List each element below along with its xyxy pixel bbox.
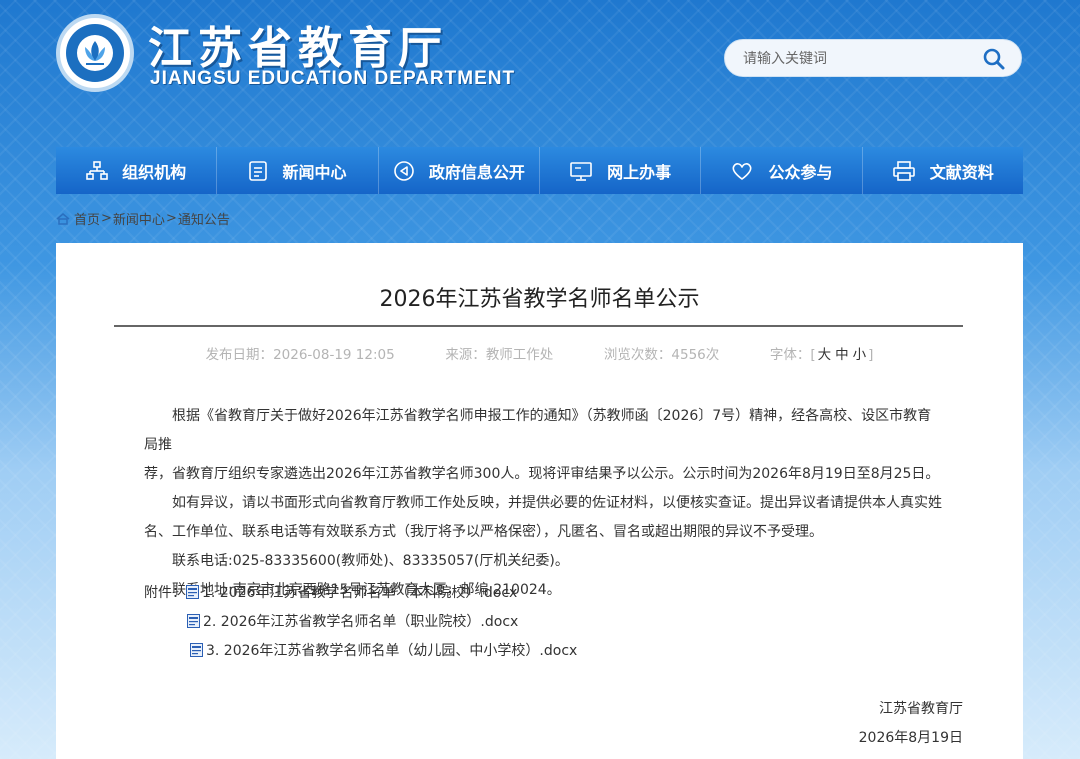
nav-label: 组织机构 — [122, 162, 187, 182]
attachment-name: 1. 2026年江苏省教学名师名单（本科院校）.docx — [202, 585, 518, 601]
views-label: 浏览次数： — [603, 347, 672, 363]
font-size-control: 字体：[大中小] — [770, 347, 874, 363]
word-doc-icon — [186, 585, 199, 599]
nav-item-news[interactable]: 新闻中心 — [217, 147, 379, 194]
nav-label: 政府信息公开 — [428, 162, 525, 182]
nav-label: 网上办事 — [607, 162, 672, 182]
breadcrumb-home[interactable]: 首页 — [74, 209, 100, 228]
signature-date: 2026年8月19日 — [858, 730, 963, 746]
nav-item-public-participation[interactable]: 公众参与 — [701, 147, 863, 194]
publish-date: 2026-08-19 12:05 — [273, 347, 395, 363]
article-meta: 发布日期：2026-08-19 12:05 来源：教师工作处 浏览次数：4556… — [56, 343, 1023, 363]
attachment-name: 2. 2026年江苏省教学名师名单（职业院校）.docx — [203, 614, 519, 630]
org-chart-icon — [86, 160, 108, 180]
title-divider — [114, 325, 963, 327]
font-bracket-close: ] — [868, 347, 874, 363]
views-count: 4556次 — [671, 347, 720, 363]
home-icon — [56, 212, 70, 225]
font-medium-button[interactable]: 中 — [835, 347, 849, 363]
paragraph-line: 名、工作单位、联系电话等有效联系方式（我厅将予以严格保密），凡匿名、冒名或超出期… — [144, 524, 823, 540]
nav-label: 文献资料 — [929, 162, 994, 182]
document-icon — [249, 160, 268, 181]
font-large-button[interactable]: 大 — [818, 347, 832, 363]
font-bracket-open: [ — [810, 347, 816, 363]
lotus-emblem-icon — [77, 35, 113, 71]
date-label: 发布日期： — [205, 347, 274, 363]
nav-label: 新闻中心 — [282, 162, 347, 182]
font-label: 字体： — [769, 347, 811, 363]
site-subtitle: JIANGSU EDUCATION DEPARTMENT — [150, 68, 516, 89]
nav-label: 公众参与 — [768, 162, 833, 182]
contact-phone: 联系电话:025-83335600(教师处)、83335057(厅机关纪委)。 — [172, 553, 569, 569]
search-input[interactable] — [743, 48, 973, 70]
article-panel: 2026年江苏省教学名师名单公示 发布日期：2026-08-19 12:05 来… — [56, 243, 1023, 759]
attachment-row-1: 附件： 1. 2026年江苏省教学名师名单（本科院校）.docx — [144, 582, 517, 602]
attachment-link-3[interactable]: 3. 2026年江苏省教学名师名单（幼儿园、中小学校）.docx — [190, 640, 577, 660]
attachment-link-2[interactable]: 2. 2026年江苏省教学名师名单（职业院校）.docx — [187, 611, 518, 631]
attachment-name: 3. 2026年江苏省教学名师名单（幼儿园、中小学校）.docx — [206, 643, 578, 659]
nav-item-online-service[interactable]: 网上办事 — [540, 147, 702, 194]
signature-org: 江苏省教育厅 — [879, 701, 963, 717]
search-button[interactable] — [981, 46, 1007, 72]
site-title: 江苏省教育厅 — [148, 23, 448, 74]
breadcrumb-separator: > — [165, 211, 177, 226]
nav-item-gov-info[interactable]: 政府信息公开 — [379, 147, 540, 194]
breadcrumb-news[interactable]: 新闻中心 — [113, 209, 165, 228]
breadcrumb: 首页 > 新闻中心 > 通知公告 — [56, 209, 230, 228]
paragraph-line: 荐，省教育厅组织专家遴选出2026年江苏省教学名师300人。现将评审结果予以公示… — [144, 466, 940, 482]
article-title: 2026年江苏省教学名师名单公示 — [379, 287, 700, 312]
site-logo[interactable] — [56, 14, 134, 92]
article-body: 根据《省教育厅关于做好2026年江苏省教学名师申报工作的通知》（苏教师函〔202… — [144, 402, 944, 605]
breadcrumb-notices[interactable]: 通知公告 — [178, 209, 230, 228]
paragraph-line: 根据《省教育厅关于做好2026年江苏省教学名师申报工作的通知》（苏教师函〔202… — [144, 408, 932, 453]
word-doc-icon — [187, 614, 200, 628]
nav-item-documents[interactable]: 文献资料 — [863, 147, 1023, 194]
attachment-label: 附件： — [144, 585, 186, 601]
search-icon — [983, 48, 1005, 70]
paragraph-line: 如有异议，请以书面形式向省教育厅教师工作处反映，并提供必要的佐证材料，以便核实查… — [172, 495, 942, 511]
speaker-icon — [394, 160, 414, 181]
printer-icon — [892, 160, 915, 181]
word-doc-icon — [190, 643, 203, 657]
heart-icon — [732, 162, 752, 180]
monitor-icon — [570, 161, 592, 181]
attachment-link-1[interactable]: 1. 2026年江苏省教学名师名单（本科院校）.docx — [186, 582, 517, 602]
font-small-button[interactable]: 小 — [853, 347, 867, 363]
breadcrumb-separator: > — [101, 211, 112, 226]
main-nav: 组织机构 新闻中心 政府信息公开 网上办事 公众参与 文献资料 — [56, 147, 1023, 194]
nav-item-org[interactable]: 组织机构 — [56, 147, 218, 194]
source-label: 来源： — [445, 347, 486, 363]
search-box — [724, 39, 1022, 77]
source-value: 教师工作处 — [485, 347, 554, 363]
